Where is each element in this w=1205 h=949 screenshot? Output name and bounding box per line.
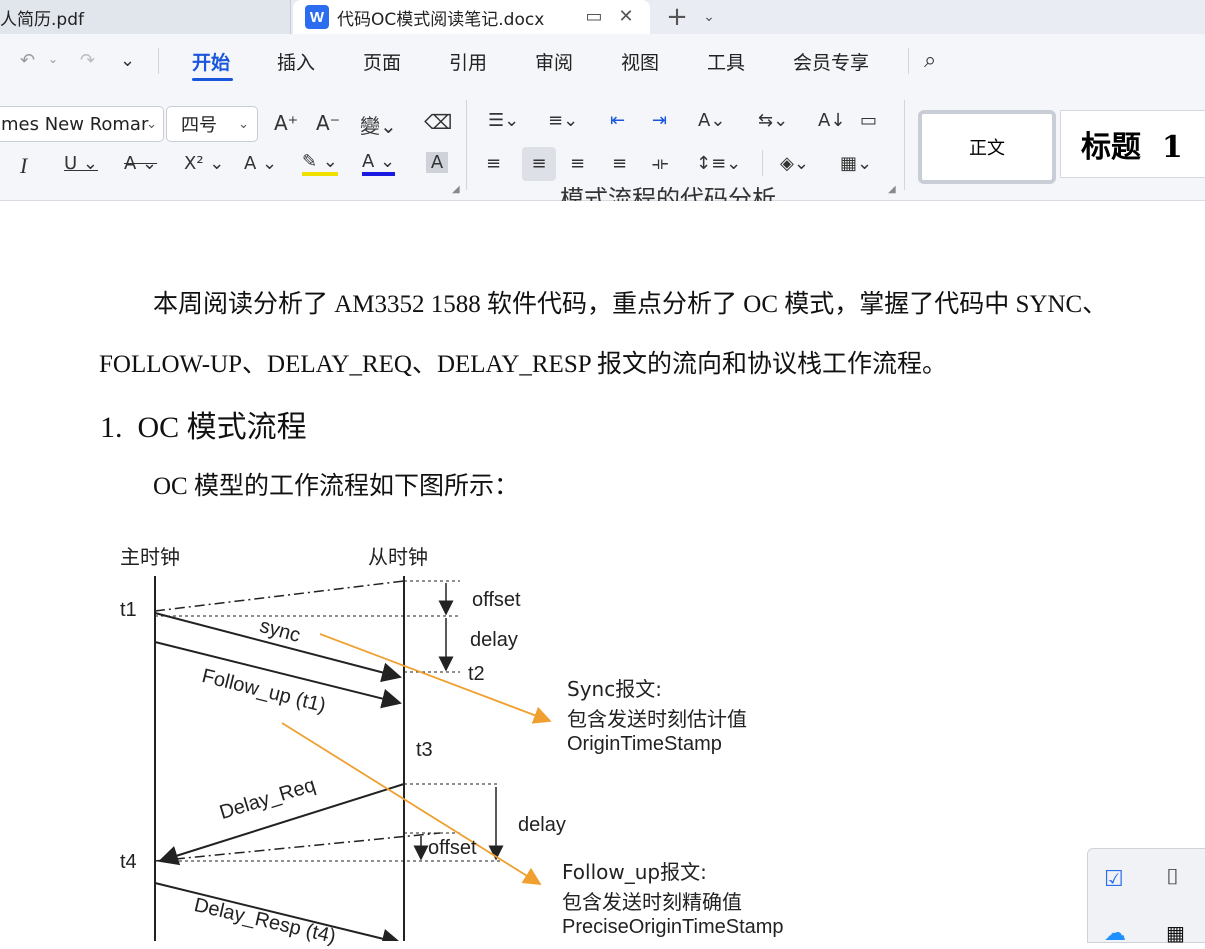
word-document-icon: W xyxy=(305,5,329,29)
tab-resume-pdf[interactable]: 人简历.pdf xyxy=(0,0,291,34)
chevron-down-icon: ⌄ xyxy=(146,116,157,132)
app-tray-icon[interactable]: ☑ xyxy=(1104,867,1124,892)
tab-label: 人简历.pdf xyxy=(0,9,84,30)
paragraph-1-line-2: FOLLOW-UP、DELAY_REQ、DELAY_RESP 报文的流向和协议栈… xyxy=(99,351,947,378)
font-name-select[interactable]: mes New Romar ⌄ xyxy=(0,106,164,142)
tab-bar: 人简历.pdf W 代码OC模式阅读笔记.docx ▭ ✕ + ⌄ xyxy=(0,0,1205,34)
align-left-icon[interactable]: ≡ xyxy=(486,153,501,174)
grid-app-icon[interactable]: ▦ xyxy=(1166,921,1185,945)
menu-insert[interactable]: 插入 xyxy=(277,48,315,75)
font-dialog-launcher-icon[interactable]: ◢ xyxy=(452,184,460,195)
decrease-indent-icon[interactable]: ⇤ xyxy=(610,110,625,131)
numbered-list-icon[interactable]: ≡⌄ xyxy=(548,110,578,131)
t4-label: t4 xyxy=(120,851,137,873)
style-normal[interactable]: 正文 xyxy=(918,110,1056,184)
menu-page[interactable]: 页面 xyxy=(363,48,401,75)
followup-note-pointer xyxy=(281,722,542,885)
phonetic-guide-icon[interactable]: 變⌄ xyxy=(360,110,397,139)
followup-note-line-3: PreciseOriginTimeStamp xyxy=(562,916,784,938)
align-right-icon[interactable]: ≡ xyxy=(570,153,585,174)
offset-label-bottom: offset xyxy=(428,837,477,859)
oc-flow-figure: 主时钟 从时钟 t1 t2 t3 t4 offset delay delay o… xyxy=(100,531,820,948)
style-normal-label: 正文 xyxy=(969,138,1005,159)
menu-member[interactable]: 会员专享 xyxy=(793,48,869,75)
menu-review[interactable]: 审阅 xyxy=(535,48,573,75)
divider xyxy=(904,100,905,190)
divider xyxy=(466,100,467,190)
tray-overflow-panel: ☑ ⌷ ☁ ▦ xyxy=(1087,848,1205,946)
delay-label-top: delay xyxy=(470,629,518,651)
char-shading-icon[interactable]: A xyxy=(426,152,448,173)
font-size-select[interactable]: 四号 ⌄ xyxy=(166,106,258,142)
strikethrough-icon[interactable]: A ⌄ xyxy=(124,153,157,174)
show-marks-icon[interactable]: ▭ xyxy=(860,110,877,131)
line-spacing-icon[interactable]: ↕≡⌄ xyxy=(696,153,741,174)
t2-label: t2 xyxy=(468,663,485,685)
menu-home[interactable]: 开始 xyxy=(192,48,230,75)
italic-icon[interactable]: I xyxy=(20,153,27,179)
slave-clock-label: 从时钟 xyxy=(368,545,428,569)
style-heading1-label: 标题 1 xyxy=(1081,130,1183,165)
menu-references[interactable]: 引用 xyxy=(449,48,487,75)
tab-label: 代码OC模式阅读笔记.docx xyxy=(337,9,545,30)
text-direction-icon[interactable]: A⌄ xyxy=(698,110,725,131)
new-tab-icon[interactable]: + xyxy=(666,4,688,30)
usb-device-icon[interactable]: ⌷ xyxy=(1166,865,1179,890)
chevron-down-icon: ⌄ xyxy=(238,116,249,132)
master-clock-label: 主时钟 xyxy=(120,545,180,569)
heading-1: 1. OC 模式流程 xyxy=(100,411,307,444)
font-color-icon[interactable]: A ⌄ xyxy=(362,151,396,176)
underline-icon[interactable]: U ⌄ xyxy=(64,153,98,174)
search-icon[interactable]: ⌕ xyxy=(924,48,936,73)
sync-note-line-2: 包含发送时刻估计值 xyxy=(567,707,747,731)
shading-icon[interactable]: ◈⌄ xyxy=(780,153,809,174)
followup-note-line-1: Follow_up报文: xyxy=(562,860,707,884)
bullet-list-icon[interactable]: ☰⌄ xyxy=(488,110,519,131)
clipped-line: 模式流程的代码分析 xyxy=(560,187,776,201)
delay-label-bottom: delay xyxy=(518,814,566,836)
sync-note-line-3: OriginTimeStamp xyxy=(567,733,722,755)
cloud-icon[interactable]: ☁ xyxy=(1104,921,1126,946)
borders-icon[interactable]: ▦⌄ xyxy=(840,153,872,174)
style-heading1[interactable]: 标题 1 xyxy=(1060,110,1205,178)
sort-icon[interactable]: A↓ xyxy=(818,110,845,131)
shrink-font-icon[interactable]: A⁻ xyxy=(316,111,340,135)
highlight-icon[interactable]: ✎ ⌄ xyxy=(302,151,338,176)
tab-list-chevron-icon[interactable]: ⌄ xyxy=(698,6,720,28)
text-effect-icon[interactable]: A ⌄ xyxy=(244,153,277,174)
pin-window-icon[interactable]: ▭ xyxy=(583,6,605,28)
distribute-icon[interactable]: ⟛ xyxy=(652,153,668,174)
paragraph-1-line-1: 本周阅读分析了 AM3352 1588 软件代码，重点分析了 OC 模式，掌握了… xyxy=(153,291,1108,318)
divider xyxy=(762,150,763,176)
offset-label-top: offset xyxy=(472,589,521,611)
followup-note-line-2: 包含发送时刻精确值 xyxy=(562,890,742,914)
close-tab-icon[interactable]: ✕ xyxy=(615,6,637,28)
font-size-value: 四号 xyxy=(181,115,217,136)
menu-view[interactable]: 视图 xyxy=(621,48,659,75)
bidi-icon[interactable]: ⇆⌄ xyxy=(758,110,788,131)
grow-font-icon[interactable]: A⁺ xyxy=(274,111,298,135)
tab-oc-notes-docx[interactable]: W 代码OC模式阅读笔记.docx ▭ ✕ xyxy=(293,0,650,34)
sync-note-line-1: Sync报文: xyxy=(567,677,662,701)
clear-format-icon[interactable]: ⌫ xyxy=(424,110,452,134)
align-center-icon[interactable]: ≡ xyxy=(522,147,556,181)
menu-tools[interactable]: 工具 xyxy=(707,48,745,75)
superscript-icon[interactable]: X² ⌄ xyxy=(184,153,224,174)
menu-bar: 开始 插入 页面 引用 审阅 视图 工具 会员专享 xyxy=(0,36,1205,88)
document-page: 模式流程的代码分析 本周阅读分析了 AM3352 1588 软件代码，重点分析了… xyxy=(0,187,1205,948)
font-name-value: mes New Romar xyxy=(1,113,149,135)
t1-label: t1 xyxy=(120,599,137,621)
increase-indent-icon[interactable]: ⇥ xyxy=(652,110,667,131)
divider xyxy=(908,48,909,74)
active-tab-indicator xyxy=(192,78,233,81)
t3-label: t3 xyxy=(416,739,433,761)
paragraph-2: OC 模型的工作流程如下图所示： xyxy=(153,473,519,500)
justify-icon[interactable]: ≡ xyxy=(612,153,627,174)
